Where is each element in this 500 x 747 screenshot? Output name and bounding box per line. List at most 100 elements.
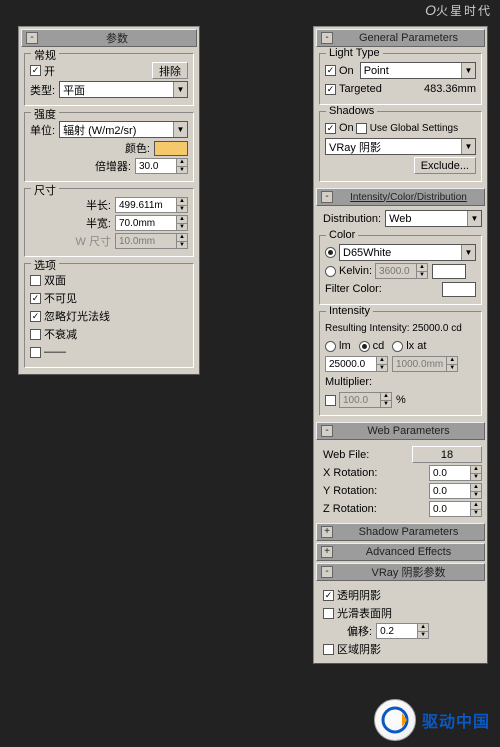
shadow-type-dropdown[interactable]: VRay 阴影 ▼ [325,138,476,155]
rollup-title: VRay 阴影参数 [337,564,480,580]
rollup-title: General Parameters [337,32,480,44]
light-on-checkbox[interactable]: ✓ [325,65,336,76]
left-panel: - 参数 常规 ✓ 开 排除 类型: 平面 ▼ 强度 单位: 辐射 (W/m2/… [18,26,200,375]
area-shadow-label: 区域阴影 [337,641,381,657]
smooth-surface-checkbox[interactable] [323,608,334,619]
collapse-icon: - [321,425,333,437]
color-swatch[interactable] [154,141,188,156]
resulting-intensity: Resulting Intensity: 25000.0 cd [325,323,462,334]
unit-dropdown[interactable]: 辐射 (W/m2/sr) ▼ [59,121,188,138]
no-decay-checkbox[interactable] [30,329,41,340]
chevron-down-icon: ▼ [461,139,475,154]
rollup-advanced-effects[interactable]: + Advanced Effects [316,543,485,561]
multiplier-label: 倍增器: [95,158,131,174]
kelvin-spinner: 3600.0▲▼ [375,263,428,279]
qudong-logo [374,699,416,741]
half-length-spinner[interactable]: 499.611m▲▼ [115,197,188,213]
yrot-spinner[interactable]: 0.0▲▼ [429,483,482,499]
invisible-label: 不可见 [44,290,77,306]
lm-label: lm [339,340,351,352]
invisible-checkbox[interactable]: ✓ [30,293,41,304]
lm-radio[interactable] [325,341,336,352]
shadow-exclude-button[interactable]: Exclude... [414,157,476,174]
rollup-title: 参数 [42,30,192,46]
light-on-label: On [339,65,354,77]
rollup-title: Shadow Parameters [337,526,480,538]
rollup-general-parameters[interactable]: - General Parameters [316,29,485,47]
web-file-button[interactable]: 18 [412,446,482,463]
unit-label: 单位: [30,122,55,138]
web-file-label: Web File: [323,449,369,461]
watermark-bottom: 驱动中国 [374,699,490,741]
kelvin-swatch[interactable] [432,264,466,279]
color-preset-dropdown[interactable]: D65White ▼ [339,244,476,261]
bias-spinner[interactable]: 0.2▲▼ [376,623,429,639]
double-sided-checkbox[interactable] [30,275,41,286]
legend-shadows: Shadows [326,105,377,117]
lx-label: lx at [406,340,426,352]
no-decay-label: 不衰减 [44,326,77,342]
right-panel: - General Parameters Light Type ✓ On Poi… [313,26,488,664]
cd-radio[interactable] [359,341,370,352]
legend-int: Intensity [326,305,373,317]
intensity-spinner[interactable]: 25000.0▲▼ [325,356,388,372]
half-width-spinner[interactable]: 70.0mm▲▼ [115,215,188,231]
type-label: 类型: [30,82,55,98]
zrot-spinner[interactable]: 0.0▲▼ [429,501,482,517]
smooth-surface-label: 光滑表面阴 [337,605,392,621]
rollup-web-parameters[interactable]: - Web Parameters [316,422,485,440]
zrot-label: Z Rotation: [323,503,377,515]
use-global-label: Use Global Settings [370,123,458,134]
color-preset-radio[interactable] [325,247,336,258]
type-dropdown[interactable]: 平面 ▼ [59,81,188,98]
watermark-top: O火星时代 [425,2,492,19]
area-shadow-checkbox[interactable] [323,644,334,655]
xrot-spinner[interactable]: 0.0▲▼ [429,465,482,481]
targeted-checkbox[interactable]: ✓ [325,84,336,95]
rollup-vray-shadow-params[interactable]: - VRay 阴影参数 [316,563,485,581]
half-length-label: 半长: [86,197,111,213]
chevron-down-icon: ▼ [173,122,187,137]
rollup-shadow-parameters[interactable]: + Shadow Parameters [316,523,485,541]
distribution-label: Distribution: [323,213,381,225]
yrot-label: Y Rotation: [323,485,377,497]
shadow-on-checkbox[interactable]: ✓ [325,123,336,134]
xrot-label: X Rotation: [323,467,377,479]
rollup-title: Web Parameters [337,425,480,437]
light-type-dropdown[interactable]: Point ▼ [360,62,476,79]
lx-radio[interactable] [392,341,403,352]
multiplier-checkbox[interactable] [325,395,336,406]
chevron-down-icon: ▼ [467,211,481,226]
ignore-normals-checkbox[interactable]: ✓ [30,311,41,322]
option-checkbox[interactable] [30,347,41,358]
color-label: 颜色: [125,140,150,156]
pct-label: % [396,394,406,406]
rollup-title: Advanced Effects [337,546,480,558]
filter-color-swatch[interactable] [442,282,476,297]
collapse-icon: - [321,566,333,578]
w-size-spinner: 10.0mm▲▼ [115,233,188,249]
group-size: 尺寸 半长: 499.611m▲▼ 半宽: 70.0mm▲▼ W 尺寸 10.0… [24,188,194,257]
legend-light-type: Light Type [326,47,383,59]
distribution-dropdown[interactable]: Web ▼ [385,210,482,227]
multiplier-spinner[interactable]: 30.0 ▲▼ [135,158,188,174]
targeted-label: Targeted [339,83,382,95]
group-general: 常规 ✓ 开 排除 类型: 平面 ▼ [24,53,194,106]
legend-general: 常规 [31,47,59,63]
on-label: 开 [44,63,55,79]
double-sided-label: 双面 [44,272,66,288]
exclude-button[interactable]: 排除 [152,62,188,79]
group-shadows: Shadows ✓ On Use Global Settings VRay 阴影… [319,111,482,182]
group-resulting-intensity: Intensity Resulting Intensity: 25000.0 c… [319,311,482,416]
kelvin-label: Kelvin: [339,265,372,277]
use-global-checkbox[interactable] [356,123,367,134]
int-multiplier-spinner: 100.0▲▼ [339,392,392,408]
chevron-down-icon: ▼ [461,245,475,260]
on-checkbox[interactable]: ✓ [30,65,41,76]
transparent-shadow-checkbox[interactable]: ✓ [323,590,334,601]
kelvin-radio[interactable] [325,266,336,277]
rollup-intensity-color-distribution[interactable]: - Intensity/Color/Distribution [316,188,485,206]
rollup-parameters[interactable]: - 参数 [21,29,197,47]
group-color: Color D65White ▼ Kelvin: 3600.0▲▼ Filter… [319,235,482,305]
legend-options: 选项 [31,257,59,273]
